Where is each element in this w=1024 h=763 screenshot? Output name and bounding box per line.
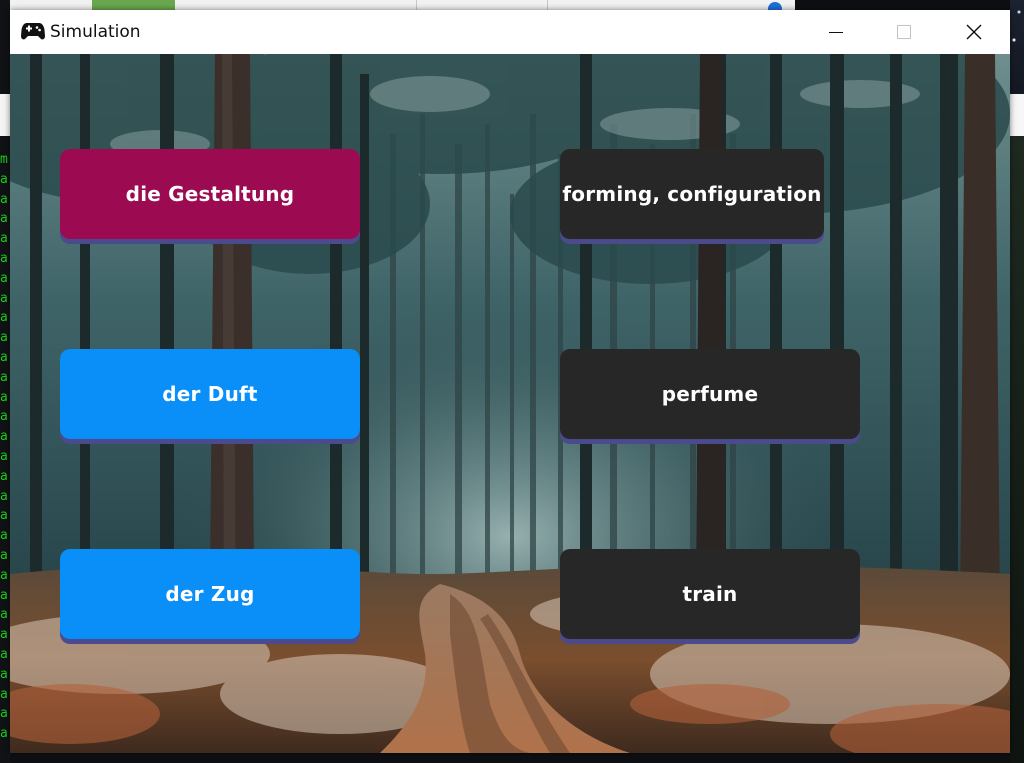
maximize-icon (897, 25, 911, 39)
background-panel-right (1010, 94, 1024, 136)
card-label: der Zug (165, 582, 255, 606)
card-label: train (682, 582, 738, 606)
word-card-english-3[interactable]: train (560, 549, 860, 639)
desktop: m a a a a a a a a a a a a a a a a a a a … (0, 0, 1024, 763)
title-bar[interactable]: Simulation (10, 10, 1010, 54)
minimize-button[interactable] (802, 10, 870, 54)
game-canvas[interactable]: die Gestaltung der Duft der Zug forming,… (10, 54, 1010, 753)
word-card-english-2[interactable]: perfume (560, 349, 860, 439)
simulation-window: Simulation die Gestaltung der Duft der Z… (10, 10, 1010, 753)
maximize-button[interactable] (870, 10, 938, 54)
word-card-german-1[interactable]: die Gestaltung (60, 149, 360, 239)
close-button[interactable] (940, 10, 1008, 54)
window-title: Simulation (50, 22, 141, 42)
word-card-english-1[interactable]: forming, configuration (560, 149, 824, 239)
card-label: forming, configuration (562, 182, 822, 206)
background-wallpaper (1010, 0, 1024, 763)
terminal-text: m a a a a a a a a a a a a a a a a a a a … (0, 152, 8, 742)
background-panel-left (0, 94, 10, 136)
card-label: perfume (661, 382, 759, 406)
minimize-icon (829, 32, 843, 33)
card-label: die Gestaltung (125, 182, 295, 206)
card-label: der Duft (162, 382, 258, 406)
word-card-german-3[interactable]: der Zug (60, 549, 360, 639)
gamepad-icon (21, 23, 45, 40)
word-card-german-2[interactable]: der Duft (60, 349, 360, 439)
close-icon (966, 24, 982, 40)
